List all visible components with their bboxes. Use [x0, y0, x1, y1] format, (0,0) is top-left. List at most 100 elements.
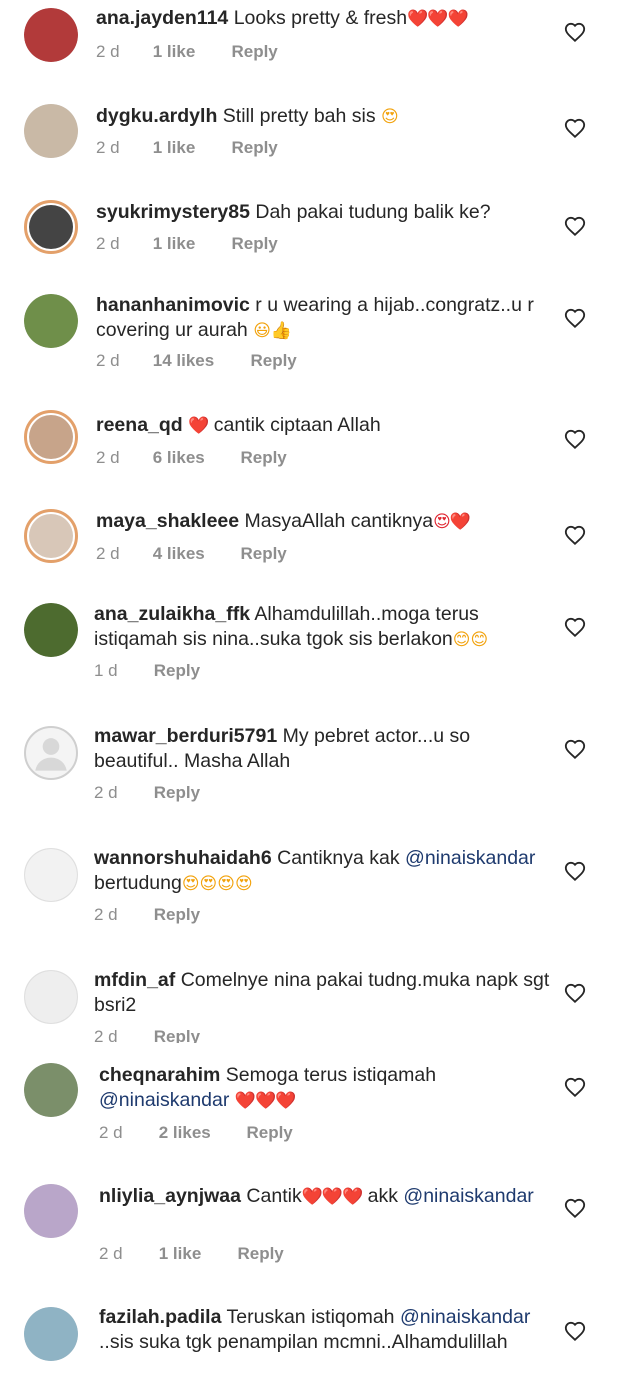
comment-body: Cantiknya kak — [277, 847, 400, 869]
mention-link[interactable]: @ninaiskandar — [99, 1089, 229, 1111]
comment-time: 2 d — [99, 1123, 123, 1142]
heart-outline-icon[interactable] — [564, 308, 586, 330]
heart-outline-icon[interactable] — [564, 739, 586, 761]
comment-meta: 2 d Reply — [94, 783, 200, 803]
avatar[interactable] — [24, 200, 78, 254]
reply-button[interactable]: Reply — [240, 544, 286, 564]
reply-button[interactable]: Reply — [154, 905, 200, 925]
comment-username[interactable]: hananhanimovic — [96, 294, 250, 316]
comment-body: Looks pretty & fresh — [233, 7, 408, 29]
avatar[interactable] — [24, 104, 78, 158]
heart-outline-icon[interactable] — [564, 983, 586, 1005]
comment-time: 2 d — [96, 544, 120, 563]
reply-button[interactable]: Reply — [231, 42, 277, 62]
avatar[interactable] — [24, 970, 78, 1024]
comment-username[interactable]: ana.jayden114 — [96, 7, 228, 29]
comment-likes[interactable]: 14 likes — [153, 351, 246, 371]
avatar-photo — [29, 514, 73, 558]
avatar[interactable] — [24, 1184, 78, 1238]
heart-outline-icon[interactable] — [564, 525, 586, 547]
comment-body-tail: akk — [367, 1185, 398, 1207]
comment-text: hananhanimovic r u wearing a hijab..cong… — [96, 293, 548, 343]
avatar-photo — [29, 205, 73, 249]
comment-body: Cantik — [246, 1185, 302, 1207]
comment-username[interactable]: mawar_berduri5791 — [94, 725, 277, 747]
comment-time: 2 d — [96, 448, 120, 467]
comment-username[interactable]: nliylia_aynjwaa — [99, 1185, 241, 1207]
emoji: 😍❤️ — [433, 512, 471, 531]
reply-button[interactable]: Reply — [250, 351, 296, 371]
comment-text: cheqnarahim Semoga terus istiqamah @nina… — [99, 1063, 554, 1113]
comment-meta: 1 d Reply — [94, 661, 200, 681]
comment-text: reena_qd ❤️ cantik ciptaan Allah — [96, 413, 548, 439]
comment-username[interactable]: dygku.ardylh — [96, 105, 217, 127]
reply-button[interactable]: Reply — [231, 138, 277, 158]
comment-username[interactable]: mfdin_af — [94, 969, 175, 991]
comment-username[interactable]: wannorshuhaidah6 — [94, 847, 272, 869]
comment-likes[interactable]: 1 like — [153, 234, 227, 254]
comment-likes[interactable]: 1 like — [153, 42, 227, 62]
emoji: ❤️ — [188, 416, 209, 435]
heart-outline-icon[interactable] — [564, 429, 586, 451]
heart-outline-icon[interactable] — [564, 1321, 586, 1343]
reply-button[interactable]: Reply — [237, 1244, 283, 1264]
mention-link[interactable]: @ninaiskandar — [405, 847, 535, 869]
comment-likes[interactable]: 1 like — [153, 138, 227, 158]
comment-username[interactable]: syukrimystery85 — [96, 201, 250, 223]
reply-button[interactable]: Reply — [246, 1123, 292, 1143]
avatar[interactable] — [24, 848, 78, 902]
heart-outline-icon[interactable] — [564, 118, 586, 140]
comment-username[interactable]: maya_shakleee — [96, 510, 239, 532]
heart-outline-icon[interactable] — [564, 1077, 586, 1099]
avatar[interactable] — [24, 509, 78, 563]
avatar[interactable] — [24, 410, 78, 464]
heart-outline-icon[interactable] — [564, 1198, 586, 1220]
avatar-photo — [24, 1307, 78, 1361]
comment-text: mawar_berduri5791 My pebret actor...u so… — [94, 724, 554, 773]
avatar[interactable] — [24, 8, 78, 62]
avatar[interactable] — [24, 726, 78, 780]
comment-text: syukrimystery85 Dah pakai tudung balik k… — [96, 200, 548, 225]
comment-username[interactable]: fazilah.padila — [99, 1306, 221, 1328]
comment-time: 2 d — [94, 783, 118, 802]
comment-text: wannorshuhaidah6 Cantiknya kak @ninaiska… — [94, 846, 554, 896]
comment-text: ana.jayden114 Looks pretty & fresh❤️❤️❤️ — [96, 6, 548, 32]
reply-button[interactable]: Reply — [240, 448, 286, 468]
avatar[interactable] — [24, 1063, 78, 1117]
comment-meta: 2 d 1 like Reply — [99, 1244, 284, 1264]
avatar-photo — [24, 1063, 78, 1117]
avatar-photo — [24, 603, 78, 657]
comment-likes[interactable]: 2 likes — [159, 1123, 242, 1143]
reply-button[interactable]: Reply — [231, 234, 277, 254]
reply-button[interactable]: Reply — [154, 1027, 200, 1043]
heart-outline-icon[interactable] — [564, 216, 586, 238]
avatar[interactable] — [24, 603, 78, 657]
reply-button[interactable]: Reply — [154, 661, 200, 681]
comment-body: cantik ciptaan Allah — [213, 414, 381, 436]
mention-link[interactable]: @ninaiskandar — [400, 1306, 530, 1328]
comment-time: 2 d — [99, 1244, 123, 1263]
comment-likes[interactable]: 4 likes — [153, 544, 236, 564]
heart-outline-icon[interactable] — [564, 617, 586, 639]
avatar[interactable] — [24, 1307, 78, 1361]
avatar-photo — [25, 849, 77, 901]
comment-likes[interactable]: 1 like — [159, 1244, 233, 1264]
emoji: ❤️❤️❤️ — [301, 1187, 364, 1206]
comment-username[interactable]: cheqnarahim — [99, 1064, 220, 1086]
heart-outline-icon[interactable] — [564, 861, 586, 883]
comment-meta: 2 d Reply — [94, 1027, 200, 1043]
comment-meta: 2 d 2 likes Reply — [99, 1123, 293, 1143]
comment-text: mfdin_af Comelnye nina pakai tudng.muka … — [94, 968, 554, 1017]
comment-username[interactable]: reena_qd — [96, 414, 183, 436]
comment-username[interactable]: ana_zulaikha_ffk — [94, 603, 250, 625]
mention-link[interactable]: @ninaiskandar — [403, 1185, 533, 1207]
comment-likes[interactable]: 6 likes — [153, 448, 236, 468]
comment-body: Still pretty bah sis — [222, 105, 376, 127]
heart-outline-icon[interactable] — [564, 22, 586, 44]
emoji: 😍 — [381, 107, 399, 126]
avatar-photo — [24, 1184, 78, 1238]
reply-button[interactable]: Reply — [154, 783, 200, 803]
avatar[interactable] — [24, 294, 78, 348]
comment-meta: 2 d 1 like Reply — [96, 42, 278, 62]
comment-item: mfdin_af Comelnye nina pakai tudng.muka … — [0, 963, 618, 1043]
